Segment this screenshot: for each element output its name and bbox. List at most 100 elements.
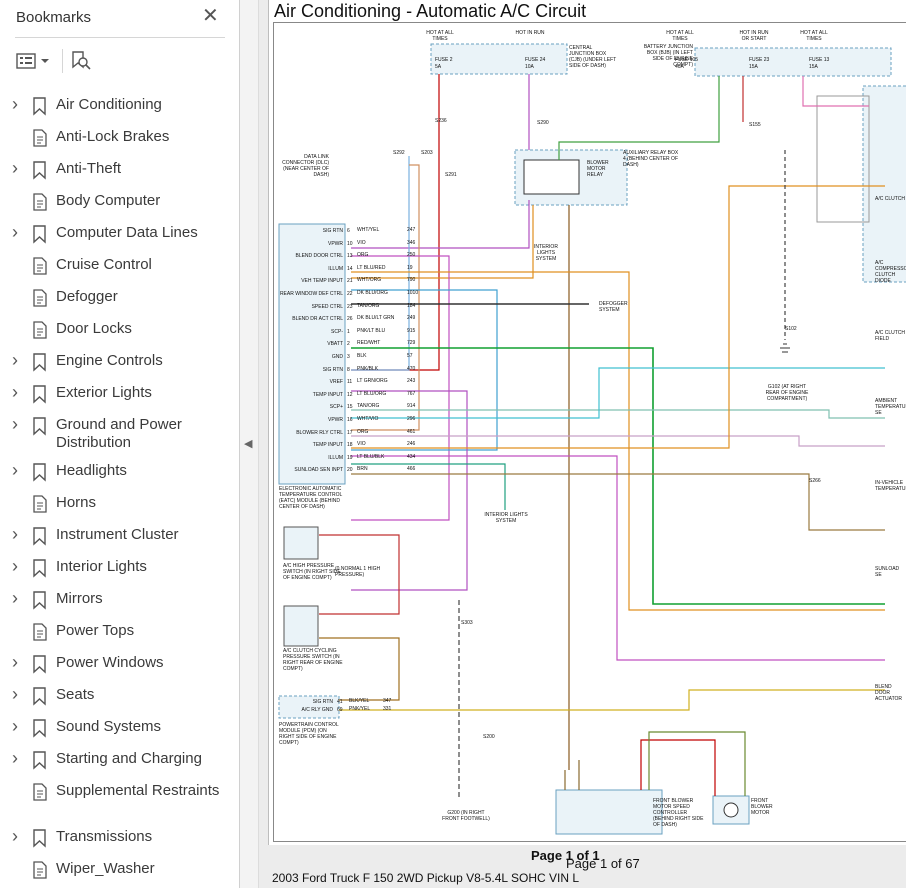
wire-color-label: WHT/YEL (357, 227, 380, 233)
chevron-right-icon[interactable]: › (12, 158, 18, 179)
wire-blk-ltgrn (558, 76, 720, 160)
bookmark-icon (33, 417, 46, 436)
chevron-right-icon[interactable]: › (12, 652, 18, 673)
wire-color-label: BRN (357, 466, 368, 473)
chevron-right-icon[interactable]: › (12, 748, 18, 769)
chevron-right-icon[interactable]: › (12, 460, 18, 481)
chevron-right-icon[interactable]: › (12, 94, 18, 115)
module-pin-label: VEH TEMP INPUT (301, 278, 343, 285)
bookmark-item[interactable]: › Power Windows (0, 649, 238, 681)
hp-switch-legend: (0 NORMAL 1 HIGH PRESSURE) (335, 566, 381, 578)
module-pin-number: 15 (347, 404, 353, 411)
bookmark-label: Anti-Lock Brakes (56, 128, 170, 145)
bookmark-label: Cruise Control (56, 256, 152, 273)
close-icon[interactable]: ✕ (202, 6, 219, 26)
bookmark-label: Supplemental Restraints (56, 782, 220, 799)
chevron-right-icon[interactable]: › (12, 350, 18, 371)
chevron-right-icon[interactable]: › (12, 684, 18, 705)
bookmark-item[interactable]: Wiper_Washer (0, 855, 238, 887)
component-label: A/C CLUTCH (875, 196, 906, 202)
bookmark-item[interactable]: › Engine Controls (0, 347, 238, 379)
chevron-right-icon[interactable]: › (12, 826, 18, 847)
bookmark-item[interactable]: Cruise Control (0, 251, 238, 283)
collapse-arrow-icon[interactable]: ◀ (244, 437, 252, 450)
document-viewer: Air Conditioning - Automatic A/C Circuit (259, 0, 906, 888)
bookmark-item[interactable]: › Starting and Charging (0, 745, 238, 777)
bookmark-item[interactable]: Supplemental Restraints (0, 777, 238, 823)
relay-name: BLOWER MOTOR RELAY (587, 160, 609, 178)
bookmark-item[interactable]: › Mirrors (0, 585, 238, 617)
bookmark-item[interactable]: › Interior Lights (0, 553, 238, 585)
bookmark-icon (33, 463, 46, 482)
cc-switch-label: A/C CLUTCH CYCLING PRESSURE SWITCH (IN R… (283, 648, 343, 672)
ground-label: G102 (AT RIGHT REAR OF ENGINE COMPARTMEN… (765, 384, 809, 402)
module-pin-number: 19 (347, 454, 353, 461)
wire-color-label: LT BLU/BLK (357, 453, 385, 460)
find-bookmark-button[interactable] (70, 50, 92, 72)
bookmark-options-button[interactable] (16, 50, 50, 72)
bookmark-item[interactable]: › Exterior Lights (0, 379, 238, 411)
bookmark-item[interactable]: Body Computer (0, 187, 238, 219)
circuit-number: 250 (407, 252, 416, 259)
bookmark-label: Seats (56, 686, 95, 703)
splice-label: S155 (749, 122, 761, 128)
circuit-number: 915 (407, 327, 416, 334)
component-label: A/C COMPRESSOR CLUTCH DIODE (875, 260, 906, 284)
wire-org-b (351, 185, 885, 449)
module-pin-number: 13 (347, 253, 353, 260)
bookmark-label: Ground and Power Distribution (56, 416, 182, 451)
bookmark-item[interactable]: Horns (0, 489, 238, 521)
module-pin-number: 26 (347, 316, 353, 323)
bookmark-item[interactable]: Door Locks (0, 315, 238, 347)
bookmark-item[interactable]: › Computer Data Lines (0, 219, 238, 251)
bookmark-item[interactable]: Defogger (0, 283, 238, 315)
bookmark-item[interactable]: › Seats (0, 681, 238, 713)
wire-color-label: ORG (357, 252, 369, 259)
cycling-pressure-switch (283, 605, 319, 647)
chevron-right-icon[interactable]: › (12, 222, 18, 243)
bookmark-page-icon (33, 783, 47, 801)
pcm-pin-number: 41 (337, 699, 343, 705)
bookmark-item[interactable]: › Transmissions (0, 823, 238, 855)
chevron-right-icon[interactable]: › (12, 588, 18, 609)
bookmark-icon (33, 353, 46, 372)
bookmark-page-icon (33, 129, 47, 147)
bookmark-item[interactable]: › Air Conditioning (0, 91, 238, 123)
splice-label: S102 (785, 326, 797, 332)
chevron-right-icon[interactable]: › (12, 382, 18, 403)
chevron-right-icon[interactable]: › (12, 414, 18, 435)
splice-label: S303 (461, 620, 473, 626)
bookmark-label: Headlights (56, 462, 127, 479)
wire-color-label: LT BLU/ORG (357, 390, 387, 397)
chevron-right-icon[interactable]: › (12, 716, 18, 737)
bookmark-item[interactable]: Anti-Lock Brakes (0, 123, 238, 155)
fuse-amps: 10A (525, 64, 534, 70)
circuit-number: 466 (407, 466, 416, 473)
wire-color-label: TAN/ORG (357, 403, 380, 410)
fuse-amps: 15A (809, 64, 818, 70)
wire-ltgrn-org (351, 409, 885, 419)
circuit-number: 19 (407, 264, 413, 271)
bookmark-item[interactable]: › Headlights (0, 457, 238, 489)
panel-splitter[interactable]: ◀ (240, 0, 259, 888)
wire-color-label: PNK/LT BLU (357, 327, 386, 334)
circuit-number: 249 (407, 315, 416, 322)
component-label: SUNLOAD SE (875, 566, 900, 578)
chevron-right-icon[interactable]: › (12, 556, 18, 577)
wire-color-label: PNK/BLK (357, 365, 379, 372)
bookmark-item[interactable]: › Ground and Power Distribution (0, 411, 238, 457)
wire-org-blend (351, 271, 885, 611)
bookmark-item[interactable]: Power Tops (0, 617, 238, 649)
bookmark-page-icon (33, 321, 47, 339)
clutch-relay-frame (816, 95, 870, 223)
wire-tan-org-ctrl (564, 760, 580, 790)
bookmark-item[interactable]: › Instrument Cluster (0, 521, 238, 553)
bookmark-item[interactable]: › Sound Systems (0, 713, 238, 745)
module-pin-label: GND (331, 354, 343, 360)
wire-color-label: VIO (357, 239, 366, 246)
interior-lights-label: INTERIOR LIGHTS SYSTEM (534, 244, 558, 262)
fuse-hot-label: HOT AT ALL TIMES (666, 30, 694, 42)
chevron-right-icon[interactable]: › (12, 524, 18, 545)
bookmark-item[interactable]: › Anti-Theft (0, 155, 238, 187)
wire-ltblu-blk (351, 463, 506, 510)
